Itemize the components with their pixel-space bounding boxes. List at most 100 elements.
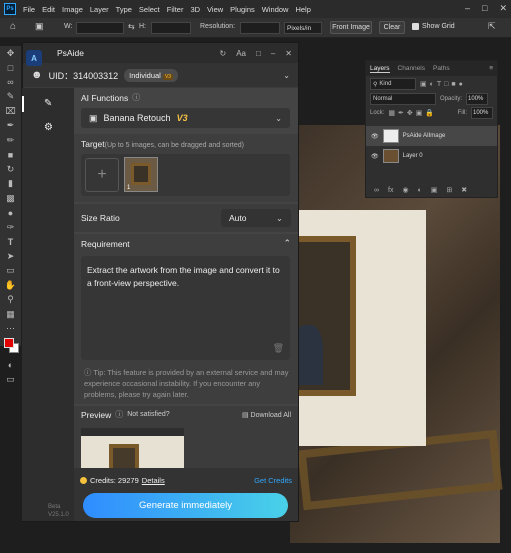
window-icon[interactable]: □: [256, 49, 261, 58]
info-icon[interactable]: ⓘ: [132, 92, 140, 103]
visibility-eye-icon[interactable]: 👁: [371, 153, 379, 160]
hand-tool-icon[interactable]: ✋: [0, 278, 21, 293]
width-input[interactable]: [76, 22, 124, 34]
stamp-tool-icon[interactable]: ■: [0, 148, 21, 163]
layer-row-layer-0[interactable]: 👁 Layer 0: [366, 146, 497, 166]
menu-type[interactable]: Type: [116, 5, 132, 14]
info-icon[interactable]: ⓘ: [115, 409, 123, 420]
menu-view[interactable]: View: [207, 5, 223, 14]
refresh-icon[interactable]: ↻: [220, 49, 227, 58]
folder-icon[interactable]: ▣: [431, 186, 438, 194]
chevron-up-icon[interactable]: ⌃: [283, 238, 291, 249]
info-icon: ⓘ: [84, 368, 92, 377]
share-icon[interactable]: ⇱: [488, 21, 496, 32]
link-icon[interactable]: ∞: [374, 187, 379, 194]
move-tool-icon[interactable]: ✥: [0, 46, 21, 61]
brush-tool-icon[interactable]: ✏: [0, 133, 21, 148]
kind-value: Kind: [379, 81, 392, 87]
target-thumbnail[interactable]: 1: [124, 157, 158, 192]
kind-filter-select[interactable]: ⚲ Kind: [370, 78, 416, 90]
opacity-input[interactable]: 100%: [466, 93, 489, 105]
adjustment-icon[interactable]: ◐: [418, 187, 422, 194]
maximize-icon[interactable]: □: [482, 3, 487, 13]
history-brush-icon[interactable]: ↻: [0, 162, 21, 177]
gradient-tool-icon[interactable]: ▩: [0, 191, 21, 206]
target-dropzone[interactable]: + 1: [81, 154, 290, 196]
crop-tool-icon[interactable]: ▣: [35, 21, 44, 32]
quick-select-tool-icon[interactable]: ✎: [0, 90, 21, 105]
zoom-tool-icon[interactable]: ⚲: [0, 293, 21, 308]
generate-button[interactable]: Generate immediately: [83, 493, 288, 518]
layer-filter-icons[interactable]: ▣◐T□■●: [420, 80, 466, 88]
rectangle-tool-icon[interactable]: ▭: [0, 264, 21, 279]
swap-icon[interactable]: ⇆: [128, 22, 135, 31]
close-icon[interactable]: ✕: [285, 49, 292, 58]
units-select[interactable]: Pixels/in: [284, 22, 322, 34]
fill-input[interactable]: 100%: [471, 107, 493, 119]
blend-mode-select[interactable]: Normal: [370, 93, 436, 105]
clear-button[interactable]: Clear: [379, 21, 405, 34]
download-all-button[interactable]: ▤ Download All: [242, 411, 291, 419]
edit-pen-icon[interactable]: ✎: [44, 98, 52, 109]
color-swatches[interactable]: [0, 336, 21, 358]
menu-edit[interactable]: Edit: [42, 5, 55, 14]
panel-menu-icon[interactable]: ≡: [489, 65, 493, 72]
requirement-textarea[interactable]: Extract the artwork from the image and c…: [81, 256, 290, 360]
font-size-icon[interactable]: Aa: [236, 49, 246, 58]
more-tools-icon[interactable]: ⋯: [0, 322, 21, 337]
path-select-tool-icon[interactable]: ➤: [0, 249, 21, 264]
marquee-tool-icon[interactable]: □: [0, 61, 21, 76]
height-input[interactable]: [151, 22, 191, 34]
quick-mask-icon[interactable]: ◐: [0, 358, 21, 373]
show-grid-checkbox[interactable]: [412, 23, 419, 30]
not-satisfied-link[interactable]: Not satisfied?: [127, 411, 169, 418]
eyedropper-tool-icon[interactable]: ✒: [0, 119, 21, 134]
home-icon[interactable]: ⌂: [10, 21, 16, 32]
size-ratio-select[interactable]: Auto ⌄: [221, 209, 291, 227]
add-image-button[interactable]: +: [85, 158, 119, 192]
options-bar: ⌂ ▣ W: ⇆ H: Resolution: Pixels/in Front …: [0, 18, 511, 38]
menu-file[interactable]: File: [23, 5, 35, 14]
menu-select[interactable]: Select: [139, 5, 160, 14]
new-layer-icon[interactable]: ⊞: [446, 186, 452, 194]
minimize-icon[interactable]: –: [465, 3, 470, 13]
menu-window[interactable]: Window: [262, 5, 289, 14]
resolution-input[interactable]: [240, 22, 280, 34]
trash-icon[interactable]: ✖: [461, 186, 467, 194]
front-image-button[interactable]: Front Image: [330, 21, 372, 34]
minimize-icon[interactable]: –: [271, 49, 275, 58]
dodge-tool-icon[interactable]: ●: [0, 206, 21, 221]
close-icon[interactable]: ✕: [499, 3, 507, 13]
screen-mode-icon[interactable]: ▭: [0, 373, 21, 388]
pen-tool-icon[interactable]: ✑: [0, 220, 21, 235]
plugin-footer: Credits: 29279 Details Get Credits Gener…: [74, 468, 298, 521]
menu-3d[interactable]: 3D: [190, 5, 200, 14]
trash-icon[interactable]: 🗑: [273, 342, 284, 355]
menu-plugins[interactable]: Plugins: [230, 5, 255, 14]
chevron-down-icon[interactable]: ⌄: [283, 71, 290, 80]
artboard-tool-icon[interactable]: ▦: [0, 307, 21, 322]
ai-function-select[interactable]: ▣ Banana Retouch V3 ⌄: [81, 108, 290, 128]
tab-layers[interactable]: Layers: [370, 65, 390, 73]
menu-filter[interactable]: Filter: [167, 5, 184, 14]
get-credits-link[interactable]: Get Credits: [254, 476, 292, 485]
size-ratio-row: Size Ratio Auto ⌄: [74, 204, 298, 232]
lock-icons[interactable]: ▦✒✥▣🔒: [388, 109, 437, 117]
settings-gear-icon[interactable]: ⚙: [44, 122, 53, 133]
tab-channels[interactable]: Channels: [398, 65, 425, 72]
menu-help[interactable]: Help: [295, 5, 310, 14]
plugin-titlebar: PsAide ↻ Aa □ – ✕: [23, 43, 298, 63]
visibility-eye-icon[interactable]: 👁: [371, 133, 379, 140]
layer-row-psaide-aiimage[interactable]: 👁 PsAide AIImage: [366, 126, 497, 146]
menu-image[interactable]: Image: [62, 5, 83, 14]
type-tool-icon[interactable]: T: [0, 235, 21, 250]
details-link[interactable]: Details: [142, 476, 165, 485]
fx-icon[interactable]: fx: [388, 187, 393, 194]
tab-paths[interactable]: Paths: [433, 65, 450, 72]
eraser-tool-icon[interactable]: ▮: [0, 177, 21, 192]
crop-tool-icon[interactable]: ⌧: [0, 104, 21, 119]
mask-icon[interactable]: ◉: [402, 186, 408, 194]
preview-image[interactable]: [81, 428, 184, 468]
lasso-tool-icon[interactable]: ∞: [0, 75, 21, 90]
menu-layer[interactable]: Layer: [90, 5, 109, 14]
